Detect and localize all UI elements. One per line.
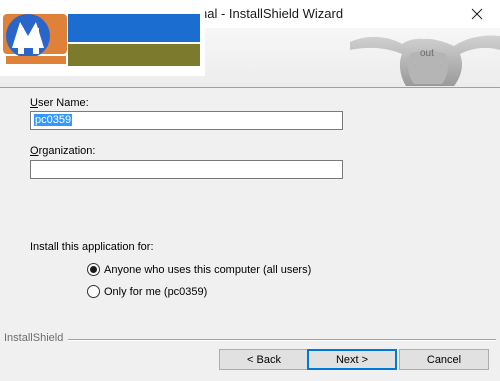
user-name-value: pc0359	[34, 114, 73, 126]
separator	[68, 339, 496, 341]
radio-only-me-label: Only for me (pc0359)	[104, 285, 208, 298]
logo-graphic	[0, 0, 205, 76]
window-title: nal - InstallShield Wizard	[200, 6, 344, 21]
installshield-wizard-window: nal - InstallShield Wizard out User Name…	[0, 0, 500, 381]
app-logo	[0, 0, 205, 76]
wizard-content: User Name: pc0359 Organization: Install …	[0, 89, 500, 331]
radio-button[interactable]	[87, 285, 100, 298]
svg-text:out: out	[420, 48, 434, 59]
brand-text: InstallShield	[4, 332, 68, 344]
organization-label: Organization:	[30, 145, 96, 157]
organization-input[interactable]	[30, 160, 343, 179]
install-for-label: Install this application for:	[30, 241, 154, 253]
radio-only-me[interactable]: Only for me (pc0359)	[87, 285, 207, 298]
wizard-footer: InstallShield < Back Next > Cancel	[0, 331, 500, 381]
next-button[interactable]: Next >	[307, 349, 397, 370]
close-button[interactable]	[454, 0, 500, 28]
close-icon	[471, 8, 483, 20]
radio-all-users[interactable]: Anyone who uses this computer (all users…	[87, 263, 311, 276]
back-button[interactable]: < Back	[219, 349, 309, 370]
user-name-input[interactable]: pc0359	[30, 111, 343, 130]
bull-head-art: out	[350, 35, 500, 86]
brand-line: InstallShield	[4, 332, 496, 346]
cancel-button[interactable]: Cancel	[399, 349, 489, 370]
user-name-label: User Name:	[30, 97, 89, 109]
radio-all-users-label: Anyone who uses this computer (all users…	[104, 263, 312, 276]
radio-button-selected[interactable]	[87, 263, 100, 276]
